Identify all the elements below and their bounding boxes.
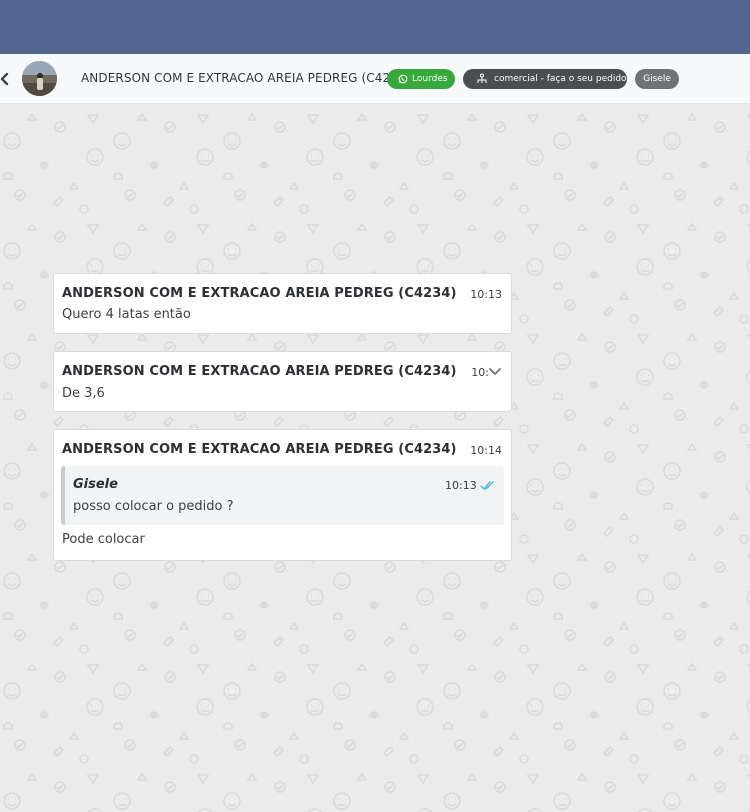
quoted-message[interactable]: Gisele 10:13 posso colocar o pedido ?: [61, 466, 504, 525]
whatsapp-tag-label: Lourdes: [412, 74, 448, 84]
contact-name[interactable]: ANDERSON COM E EXTRACAO AREIA PEDREG (C4…: [81, 71, 410, 85]
message-text: Pode colocar: [62, 532, 145, 547]
quoted-author: Gisele: [73, 477, 118, 492]
message-sender: ANDERSON COM E EXTRACAO AREIA PEDREG (C4…: [62, 442, 457, 457]
whatsapp-icon: [398, 74, 408, 84]
back-chevron-icon: [0, 72, 9, 86]
message-text: De 3,6: [62, 386, 105, 401]
whatsapp-connection-tag[interactable]: Lourdes: [387, 69, 455, 89]
message-bubble[interactable]: ANDERSON COM E EXTRACAO AREIA PEDREG (C4…: [53, 273, 512, 334]
user-tag-label: Gisele: [643, 74, 671, 84]
quoted-text: posso colocar o pedido ?: [73, 499, 234, 514]
chat-header: ANDERSON COM E EXTRACAO AREIA PEDREG (C4…: [0, 54, 750, 104]
user-tag[interactable]: Gisele: [635, 69, 679, 89]
contact-avatar[interactable]: [22, 61, 57, 96]
message-bubble[interactable]: ANDERSON COM E EXTRACAO AREIA PEDREG (C4…: [53, 351, 512, 412]
double-check-icon: [480, 481, 494, 490]
message-text: Quero 4 latas então: [62, 307, 191, 322]
message-time: 10:: [471, 366, 489, 379]
sector-tag[interactable]: comercial - faça o seu pedido: [463, 69, 627, 89]
chevron-down-icon[interactable]: [488, 366, 502, 378]
sector-icon: [477, 73, 487, 83]
message-time: 10:13: [470, 288, 502, 301]
sector-tag-label: comercial - faça o seu pedido: [494, 74, 627, 84]
quoted-time: 10:13: [445, 479, 477, 492]
app-top-bar: [0, 0, 750, 54]
message-time: 10:14: [470, 444, 502, 457]
message-bubble[interactable]: ANDERSON COM E EXTRACAO AREIA PEDREG (C4…: [53, 429, 512, 561]
message-sender: ANDERSON COM E EXTRACAO AREIA PEDREG (C4…: [62, 286, 457, 301]
message-sender: ANDERSON COM E EXTRACAO AREIA PEDREG (C4…: [62, 364, 457, 379]
back-button[interactable]: [0, 68, 14, 90]
